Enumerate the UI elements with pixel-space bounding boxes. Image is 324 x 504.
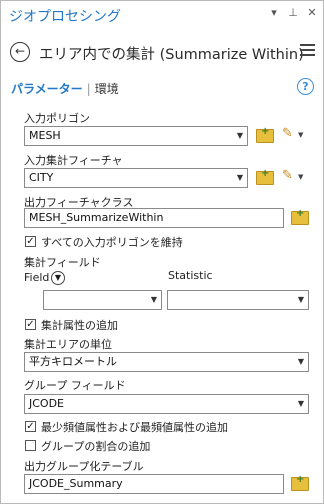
chevron-down-icon: ▼ (236, 131, 243, 140)
output-group-table-input[interactable]: JCODE_Summary (24, 474, 284, 494)
pin-icon[interactable]: ⊥ (287, 6, 299, 19)
group-field-label: グループ フィールド (24, 379, 126, 392)
browse-folder-icon[interactable] (256, 126, 274, 143)
field-column-header: Field (24, 271, 50, 284)
chevron-down-icon: ▼ (297, 399, 304, 408)
input-summary-select[interactable]: CITY ▼ (24, 168, 248, 188)
pane-title: ジオプロセシング (9, 9, 121, 25)
hamburger-menu-icon[interactable] (300, 44, 315, 59)
statistic-column-header: Statistic (168, 269, 213, 282)
add-percent-checkbox[interactable] (25, 440, 36, 451)
group-field-value: JCODE (29, 397, 65, 410)
close-icon[interactable]: ✕ (306, 6, 318, 19)
input-polygons-value: MESH (29, 129, 61, 142)
browse-folder-icon[interactable] (291, 208, 309, 225)
chevron-down-icon[interactable]: ▼ (298, 173, 303, 181)
input-summary-value: CITY (29, 171, 54, 184)
field-select[interactable]: ▼ (43, 290, 162, 310)
output-fc-input[interactable]: MESH_SummarizeWithin (24, 208, 284, 228)
output-group-table-value: JCODE_Summary (29, 477, 123, 490)
pencil-icon[interactable]: ✎ (282, 126, 293, 141)
summary-fields-label: 集計フィールド (24, 256, 101, 269)
output-fc-value: MESH_SummarizeWithin (29, 211, 164, 224)
input-polygons-label: 入力ポリゴン (24, 112, 90, 125)
input-polygons-select[interactable]: MESH ▼ (24, 126, 248, 146)
chevron-down-icon[interactable]: ▾ (268, 6, 280, 19)
add-percent-label: グループの割合の追加 (41, 440, 151, 453)
area-unit-label: 集計エリアの単位 (24, 338, 112, 351)
chevron-down-icon: ▼ (150, 295, 157, 304)
tool-title: エリア内での集計 (Summarize Within) (39, 47, 304, 63)
area-unit-select[interactable]: 平方キロメートル ▼ (24, 352, 309, 372)
tab-environment[interactable]: 環境 (95, 82, 119, 96)
group-field-select[interactable]: JCODE ▼ (24, 394, 309, 414)
browse-folder-icon[interactable] (256, 168, 274, 185)
chevron-down-icon: ▼ (297, 295, 304, 304)
keep-all-checkbox[interactable]: ✓ (25, 236, 36, 247)
back-arrow-icon[interactable]: ← (10, 42, 30, 62)
add-shape-checkbox[interactable]: ✓ (25, 319, 36, 330)
chevron-down-icon: ▼ (236, 173, 243, 182)
chevron-down-icon[interactable]: ▼ (51, 271, 65, 285)
pencil-icon[interactable]: ✎ (282, 168, 293, 183)
tab-bar: パラメーター | 環境 (11, 80, 119, 97)
add-minmax-label: 最少頻値属性および最頻値属性の追加 (41, 421, 228, 434)
chevron-down-icon: ▼ (297, 357, 304, 366)
tab-parameters[interactable]: パラメーター (11, 82, 83, 96)
output-group-table-label: 出力グループ化テーブル (24, 460, 144, 473)
help-icon[interactable]: ? (297, 78, 314, 95)
input-summary-label: 入力集計フィーチャ (24, 154, 123, 167)
add-shape-label: 集計属性の追加 (41, 319, 118, 332)
browse-folder-icon[interactable] (291, 474, 309, 491)
area-unit-value: 平方キロメートル (29, 355, 117, 368)
chevron-down-icon[interactable]: ▼ (298, 131, 303, 139)
tab-separator: | (86, 82, 91, 96)
pane-title-icons: ▾ ⊥ ✕ (268, 6, 318, 19)
add-minmax-checkbox[interactable]: ✓ (25, 421, 36, 432)
statistic-select[interactable]: ▼ (167, 290, 309, 310)
keep-all-label: すべての入力ポリゴンを維持 (41, 236, 183, 249)
